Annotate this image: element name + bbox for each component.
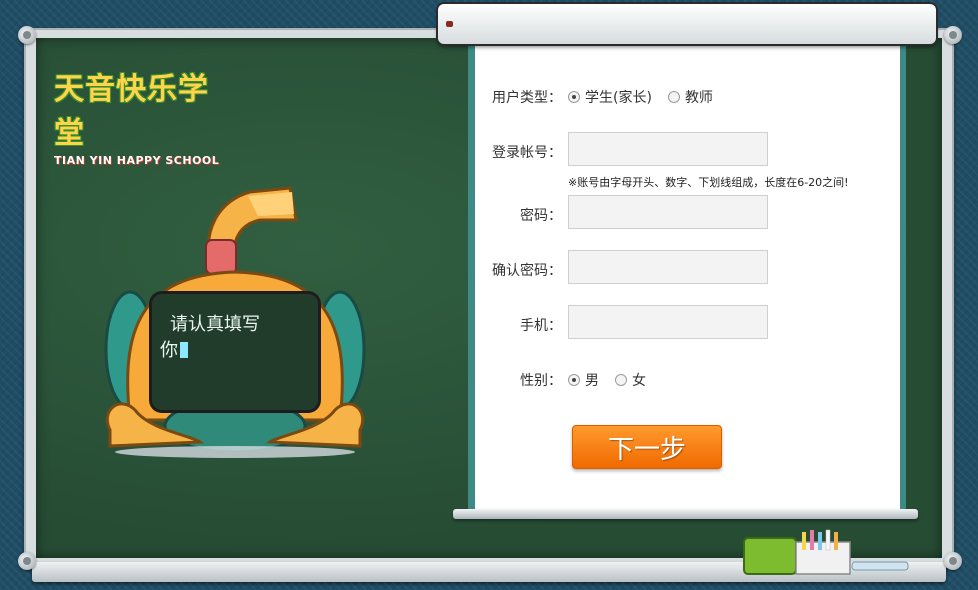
option-label: 女 (632, 373, 646, 389)
user-type-option-student[interactable]: 学生(家长) (568, 87, 652, 107)
option-label: 男 (585, 373, 599, 389)
bolt-icon (18, 26, 36, 44)
next-step-button[interactable]: 下一步 (572, 425, 722, 469)
option-label: 学生(家长) (585, 90, 652, 106)
confirm-password-label: 确认密码： (492, 263, 562, 279)
bolt-icon (18, 552, 36, 570)
gender-label: 性别： (520, 373, 562, 389)
option-label: 教师 (684, 90, 713, 106)
chalk-box-icon (743, 529, 909, 575)
robot-message-line1: 请认真填写 (170, 314, 260, 335)
gender-option-male[interactable]: 男 (568, 370, 599, 390)
user-type-radio-group: 学生(家长) 教师 (568, 87, 729, 107)
radio-icon[interactable] (568, 91, 580, 103)
paper-bottom-rod (453, 509, 918, 519)
roll-dot-icon (446, 21, 453, 27)
gender-option-female[interactable]: 女 (615, 370, 646, 390)
bolt-icon (944, 552, 962, 570)
robot-message-line2: 你 (160, 340, 178, 361)
logo-english: TIAN YIN HAPPY SCHOOL (54, 154, 220, 167)
text-cursor-icon (180, 342, 188, 358)
radio-icon[interactable] (667, 91, 680, 103)
gender-radio-group: 男 女 (568, 370, 662, 390)
user-type-option-teacher[interactable]: 教师 (667, 87, 713, 107)
user-type-label: 用户类型： (492, 90, 562, 106)
paper-roll (438, 4, 936, 44)
phone-input[interactable] (568, 305, 768, 339)
password-input[interactable] (568, 195, 768, 229)
radio-icon[interactable] (568, 374, 580, 386)
radio-icon[interactable] (615, 374, 627, 386)
confirm-password-input[interactable] (568, 250, 768, 284)
account-hint: ※账号由字母开头、数字、下划线组成，长度在6-20之间! (568, 176, 849, 189)
logo-chinese: 天音快乐学堂 (54, 72, 209, 151)
account-label: 登录帐号： (492, 145, 562, 161)
robot-message: 请认真填写 你 (160, 312, 310, 364)
bolt-icon (944, 26, 962, 44)
school-logo: 天音快乐学堂 TIAN YIN HAPPY SCHOOL (54, 64, 224, 167)
account-input[interactable] (568, 132, 768, 166)
phone-label: 手机： (520, 318, 562, 334)
password-label: 密码： (520, 208, 562, 224)
